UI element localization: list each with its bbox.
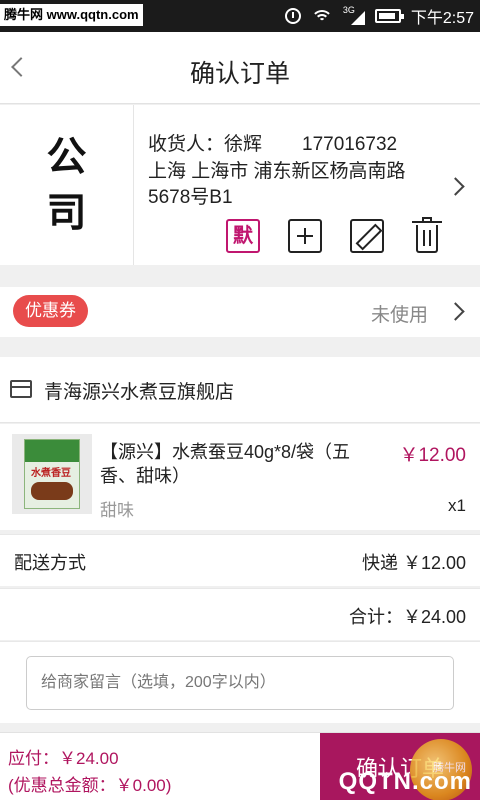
address-text: 上海 上海市 浦东新区杨高南路5678号B1 — [148, 161, 406, 208]
nav-bar: 确认订单 — [0, 32, 480, 104]
edit-address-button[interactable] — [350, 219, 384, 253]
order-item[interactable]: 水煮香豆 【源兴】水煮蚕豆40g*8/袋（五香、甜味） ￥12.00 甜味 x1 — [0, 424, 480, 530]
battery-icon — [374, 9, 404, 23]
subtotal-value: 合计：￥24.00 — [348, 607, 466, 627]
company-char-2: 司 — [46, 191, 87, 235]
product-quantity: x1 — [448, 496, 466, 515]
add-address-button[interactable] — [288, 219, 322, 253]
address-card[interactable]: 公 司 收货人：徐辉 177016732 上海 上海市 浦东新区杨高南路5678号… — [0, 105, 480, 265]
product-thumbnail[interactable]: 水煮香豆 — [12, 434, 92, 514]
product-title: 【源兴】水煮蚕豆40g*8/袋（五香、甜味） — [100, 442, 351, 486]
receiver-name: 收货人：徐辉 — [148, 134, 263, 155]
clock: 下午2:57 — [410, 10, 474, 27]
message-section — [0, 641, 480, 723]
coupon-row[interactable]: 优惠券 未使用 — [0, 287, 480, 337]
watermark-text: QQTN.com — [338, 768, 472, 795]
chevron-right-icon[interactable] — [446, 302, 465, 321]
seller-message-input[interactable] — [26, 656, 454, 710]
status-bar: 腾牛网 www.qqtn.com 3G 下午2:57 — [0, 0, 480, 32]
subtotal-row: 合计：￥24.00 — [0, 588, 480, 640]
shipping-value: 快递 ￥12.00 — [361, 553, 466, 573]
address-actions: 默 — [226, 217, 442, 253]
chevron-right-icon[interactable] — [446, 177, 465, 196]
delete-address-button[interactable] — [412, 217, 442, 253]
receiver-phone: 177016732 — [302, 134, 398, 155]
shipping-row[interactable]: 配送方式 快递 ￥12.00 — [0, 534, 480, 586]
product-price: ￥12.00 — [399, 445, 466, 466]
payable-amount: 应付：￥24.00 — [8, 749, 119, 768]
discount-amount: (优惠总金额：￥0.00) — [8, 776, 172, 795]
set-default-button[interactable]: 默 — [226, 219, 260, 253]
package-label: 水煮香豆 — [31, 468, 71, 479]
receiver-line: 收货人：徐辉 177016732 — [148, 129, 397, 156]
watermark-label: 腾牛网 www.qqtn.com — [0, 4, 143, 26]
shop-header: 青海源兴水煮豆旗舰店 — [0, 357, 480, 423]
page-title: 确认订单 — [189, 60, 290, 88]
coupon-badge: 优惠券 — [13, 295, 88, 327]
alarm-icon — [284, 8, 301, 24]
coupon-status: 未使用 — [370, 305, 428, 326]
shop-name: 青海源兴水煮豆旗舰店 — [44, 382, 235, 403]
status-icons: 3G 下午2:57 — [284, 0, 474, 32]
wifi-icon — [310, 8, 333, 24]
product-package-image: 水煮香豆 — [24, 439, 80, 509]
store-icon — [10, 380, 32, 398]
product-variant: 甜味 — [100, 501, 134, 520]
company-char-1: 公 — [46, 135, 87, 179]
shipping-label: 配送方式 — [14, 553, 86, 573]
company-logo: 公 司 — [0, 105, 134, 265]
signal-icon: 3G — [343, 5, 365, 25]
checkout-bar: 应付：￥24.00 (优惠总金额：￥0.00) 确认订单 腾牛网 QQTN.co… — [0, 732, 480, 800]
